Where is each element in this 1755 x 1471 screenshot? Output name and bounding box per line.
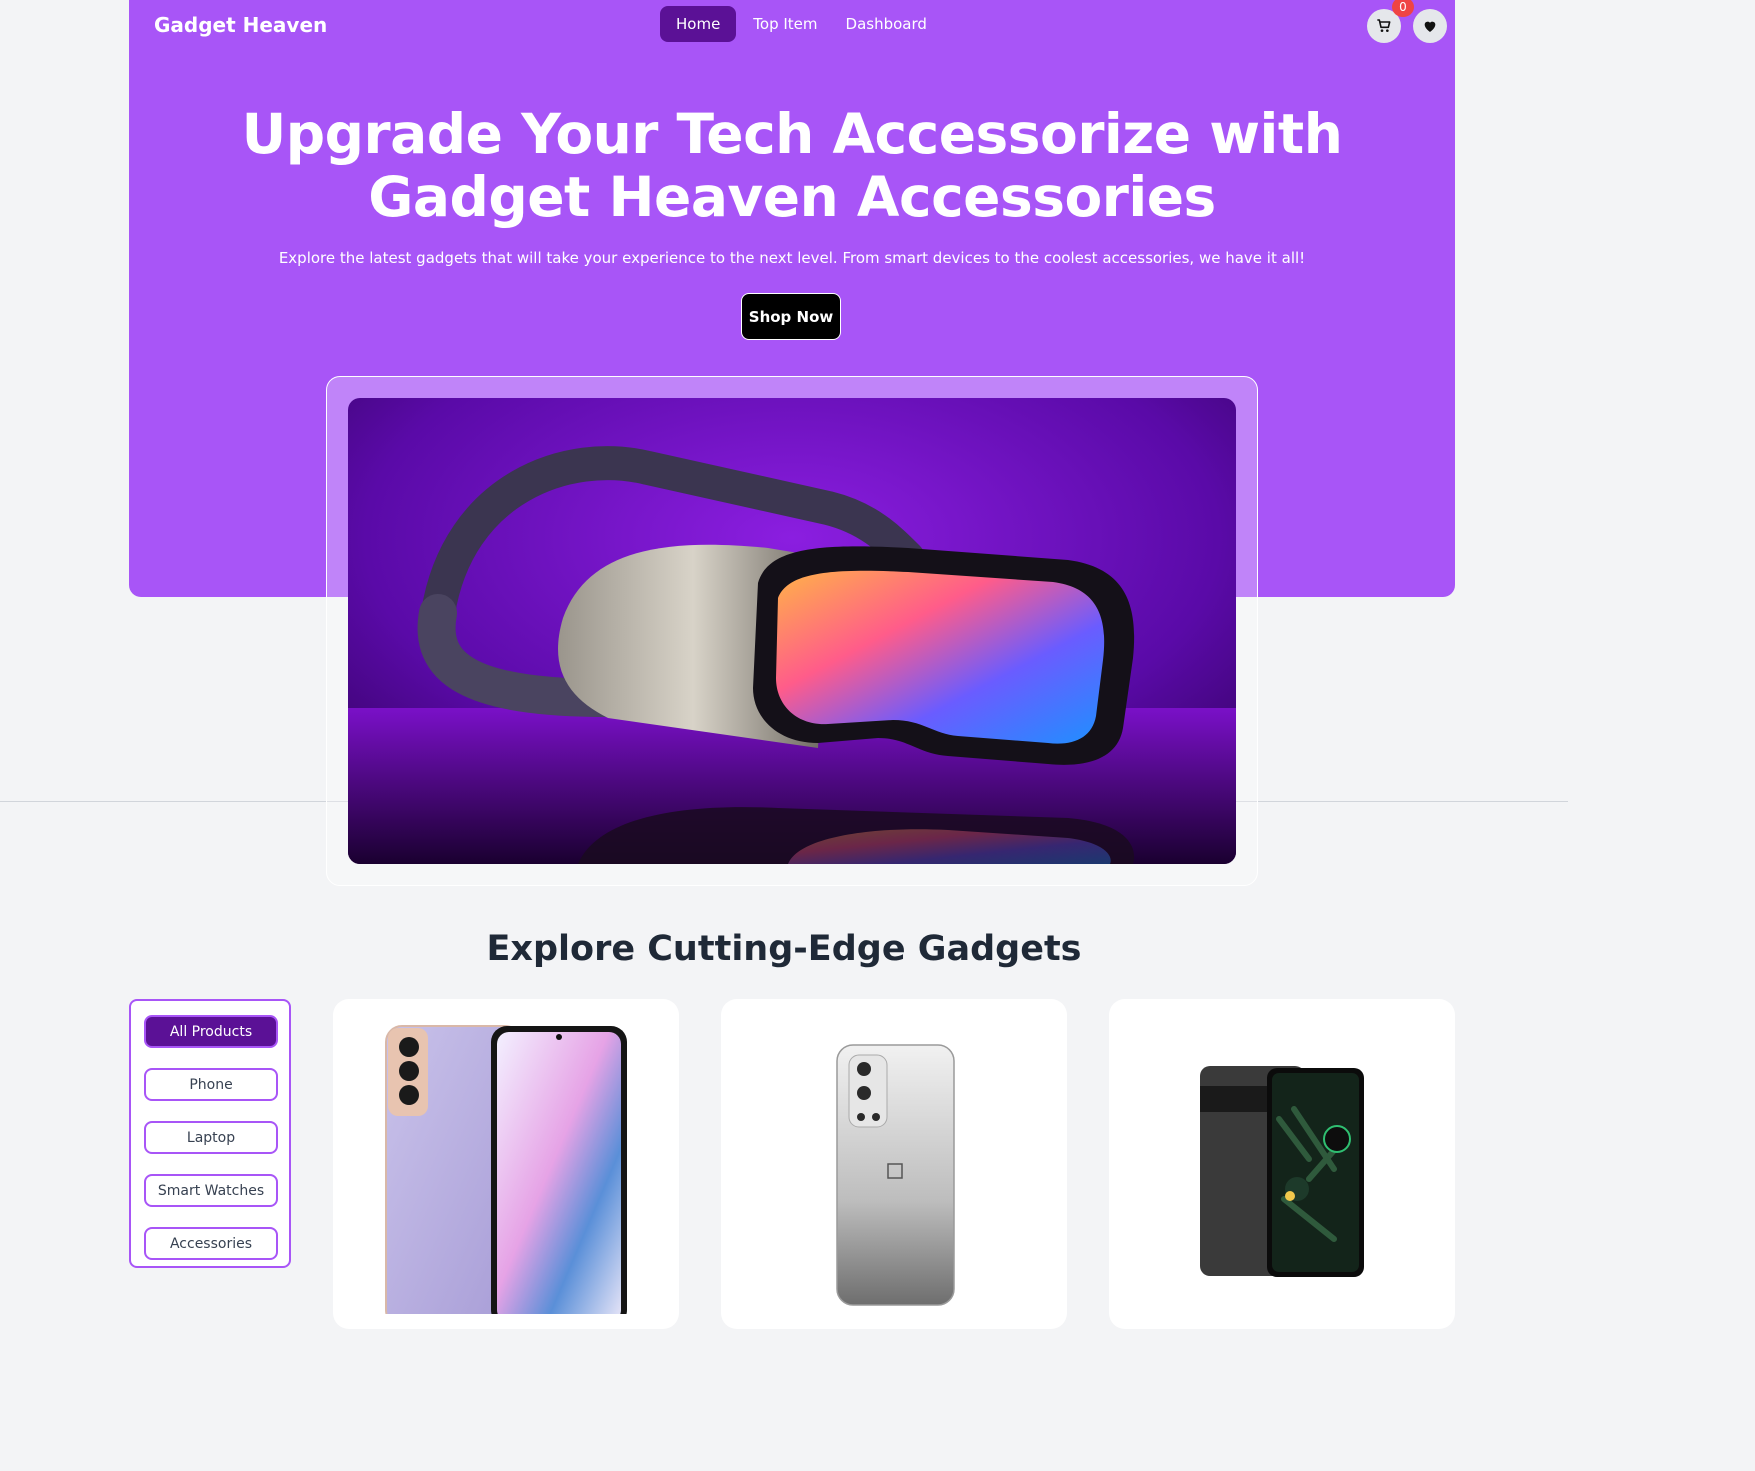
hero-banner-image	[348, 398, 1236, 864]
product-image	[836, 1044, 955, 1306]
category-sidebar: All Products Phone Laptop Smart Watches …	[129, 999, 291, 1268]
product-image	[385, 1025, 627, 1314]
hero-title-line-1: Upgrade Your Tech Accessorize with	[241, 102, 1343, 166]
main-nav: Home Top Item Dashboard	[660, 6, 938, 42]
category-laptop[interactable]: Laptop	[144, 1121, 278, 1154]
hero-title-line-2: Gadget Heaven Accessories	[368, 165, 1216, 229]
product-card[interactable]	[1109, 999, 1455, 1329]
nav-top-item[interactable]: Top Item	[742, 6, 828, 42]
products-section-title: Explore Cutting-Edge Gadgets	[486, 929, 1082, 969]
cart-count-badge: 0	[1392, 0, 1414, 17]
brand-logo[interactable]: Gadget Heaven	[154, 13, 327, 37]
category-all-products[interactable]: All Products	[144, 1015, 278, 1048]
hero-subtitle: Explore the latest gadgets that will tak…	[278, 249, 1306, 267]
category-phone[interactable]: Phone	[144, 1068, 278, 1101]
nav-home[interactable]: Home	[660, 6, 737, 42]
category-smart-watches[interactable]: Smart Watches	[144, 1174, 278, 1207]
wishlist-button[interactable]	[1413, 9, 1447, 43]
product-card[interactable]	[333, 999, 679, 1329]
heart-icon	[1424, 21, 1436, 32]
shop-now-button[interactable]: Shop Now	[741, 293, 841, 340]
nav-dashboard[interactable]: Dashboard	[835, 6, 938, 42]
category-accessories[interactable]: Accessories	[144, 1227, 278, 1260]
cart-icon	[1377, 19, 1391, 32]
product-card[interactable]	[721, 999, 1067, 1329]
hero-title: Upgrade Your Tech Accessorize with Gadge…	[129, 103, 1455, 229]
product-image	[1200, 1066, 1364, 1277]
